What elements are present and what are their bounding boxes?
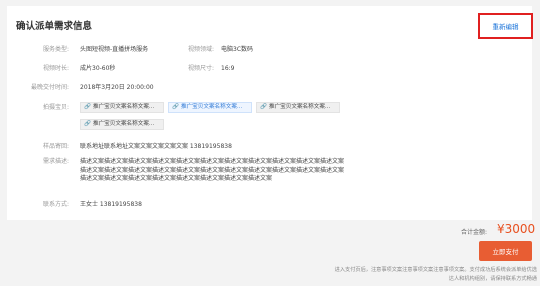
- link-icon: 🔗: [84, 121, 91, 127]
- product-chip-label: 推广宝贝文案名称文案...: [92, 104, 155, 110]
- total-label: 合计金额:: [461, 229, 488, 236]
- product-chip[interactable]: 🔗 推广宝贝文案名称文案...: [256, 102, 340, 113]
- service-type-value: 头图短视频-直播拼场服务: [80, 46, 149, 53]
- product-chip[interactable]: 🔗 推广宝贝文案名称文案...: [80, 119, 164, 130]
- sample-address-value: 联系地址联系地址文案文案文案文案文案 13819195838: [80, 143, 232, 150]
- service-type-label: 服务类型:: [42, 46, 69, 53]
- deadline-label: 最晚交付时间:: [30, 84, 69, 91]
- product-chip-selected[interactable]: 🔗 推广宝贝文案名称文案...: [168, 102, 252, 113]
- link-icon: 🔗: [260, 104, 267, 110]
- products-label: 拍摄宝贝:: [42, 104, 69, 111]
- product-chip-label: 推广宝贝文案名称文案...: [268, 104, 331, 110]
- contact-value: 王女士 13819195838: [80, 201, 142, 208]
- sample-address-label: 样品寄回:: [42, 143, 69, 150]
- requirement-label: 需求描述:: [42, 158, 69, 165]
- video-size-label: 视频尺寸:: [187, 65, 214, 72]
- deadline-value: 2018年3月20日 20:00:00: [80, 84, 154, 91]
- total-amount: ¥3000: [497, 222, 536, 236]
- reedit-button[interactable]: 重新编辑: [478, 13, 533, 39]
- video-field-value: 电脑3C数码: [221, 46, 254, 53]
- product-chip-label: 推广宝贝文案名称文案...: [92, 121, 155, 127]
- order-confirm-card: 确认派单需求信息 重新编辑 服务类型: 头图短视频-直播拼场服务 视频领域: 电…: [7, 6, 533, 220]
- contact-label: 联系方式:: [42, 201, 69, 208]
- link-icon: 🔗: [172, 104, 179, 110]
- video-size-value: 16:9: [221, 65, 235, 72]
- product-chip[interactable]: 🔗 推广宝贝文案名称文案...: [80, 102, 164, 113]
- page-title: 确认派单需求信息: [16, 21, 93, 32]
- video-field-label: 视频领域:: [187, 46, 214, 53]
- video-duration-value: 成片30-60秒: [80, 65, 116, 72]
- video-duration-label: 视频时长:: [42, 65, 69, 72]
- payment-notice: 进入支付页后，注意事项文案注意事项文案注意事项文案。支付成功后系统会派单给优选达…: [334, 267, 537, 282]
- link-icon: 🔗: [84, 104, 91, 110]
- requirement-value: 描述文案描述文案描述文案描述文案描述文案描述文案描述文案描述文案描述文案描述文案…: [80, 158, 345, 183]
- product-chip-label: 推广宝贝文案名称文案...: [180, 104, 243, 110]
- pay-now-button[interactable]: 立即支付: [479, 241, 532, 261]
